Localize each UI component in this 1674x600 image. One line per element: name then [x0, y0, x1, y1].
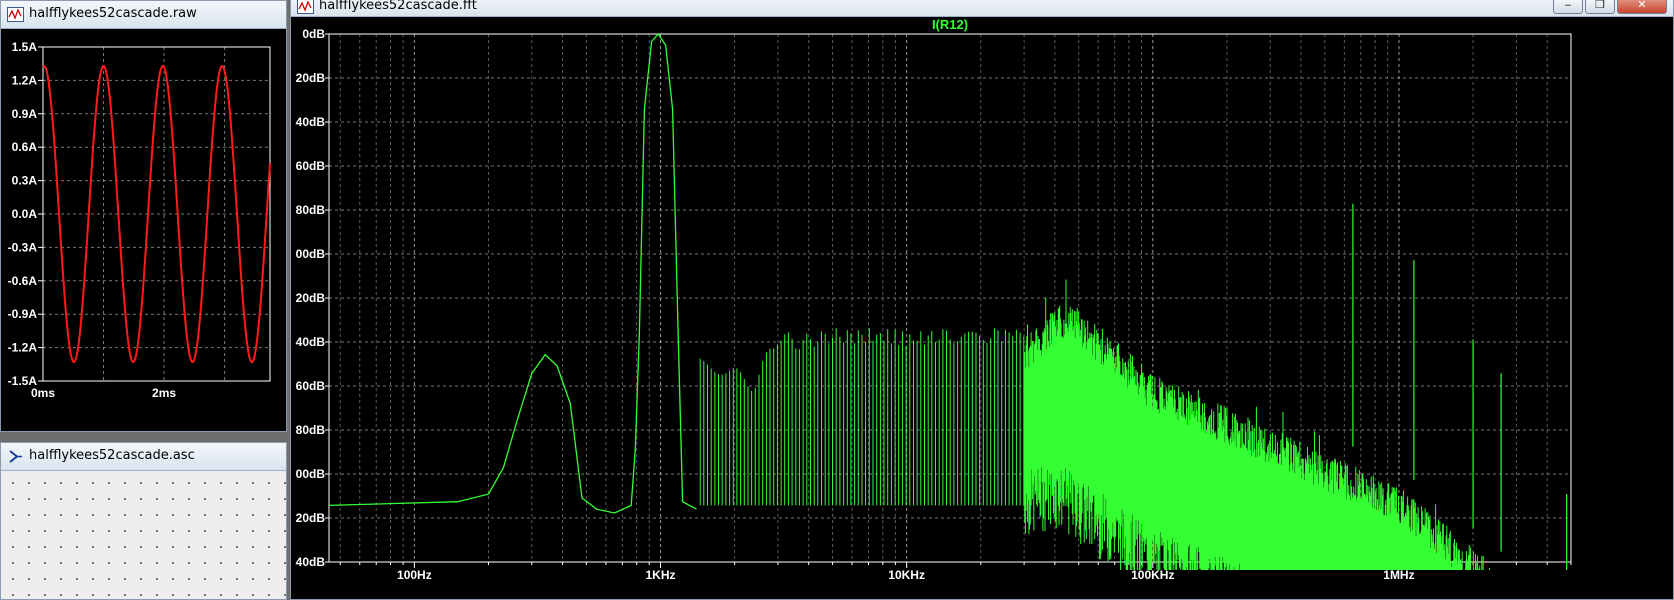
raw-x-tick-label: 2ms	[152, 386, 176, 400]
raw-y-tick-label: 0.6A	[12, 140, 38, 154]
close-icon: ✕	[1637, 0, 1647, 11]
fft-y-tick-label: 40dB	[296, 335, 326, 349]
raw-y-tick-label: 1.5A	[12, 40, 38, 54]
schematic-canvas[interactable]	[1, 471, 286, 599]
fft-y-tick-label: 80dB	[296, 423, 326, 437]
restore-button[interactable]: ❐	[1585, 0, 1615, 14]
fft-grid	[325, 33, 1572, 568]
fft-y-tick-label: 20dB	[296, 291, 326, 305]
raw-y-tick-label: -0.3A	[8, 240, 38, 254]
restore-icon: ❐	[1595, 0, 1605, 11]
close-button[interactable]: ✕	[1617, 0, 1667, 14]
raw-waveform-window[interactable]: halfflykees52cascade.raw 1.5A 1.2A 0.9A 0.6…	[0, 0, 287, 432]
fft-y-tick-label: 60dB	[296, 379, 326, 393]
raw-y-tick-label: 0.3A	[12, 174, 38, 188]
fft-y-tick-label: 0dB	[302, 27, 325, 41]
fft-y-tick-label: 20dB	[296, 511, 326, 525]
fft-trace-main	[328, 32, 697, 514]
waveform-icon	[7, 7, 24, 22]
fft-y-tick-label: 60dB	[296, 159, 326, 173]
fft-y-tick-label: 80dB	[296, 203, 326, 217]
fft-window[interactable]: halfflykees52cascade.fft ‒ ❐ ✕ 0dB 20dB 40…	[290, 0, 1674, 600]
fft-noise-band	[1023, 279, 1490, 570]
fft-y-tick-label: 40dB	[296, 555, 326, 569]
fft-harmonic-spikes	[699, 324, 1032, 506]
fft-spectrum-chart: 0dB 20dB 40dB 60dB 80dB 00dB 20dB 40dB 60dB 80dB 0…	[296, 17, 1572, 582]
raw-y-tick-label: 0.0A	[12, 207, 38, 221]
fft-y-tick-label: 00dB	[296, 467, 326, 481]
raw-window-title: halfflykees52cascade.raw	[29, 6, 197, 21]
raw-x-tick-label: 0ms	[31, 386, 55, 400]
fft-trace-title: I(R12)	[932, 17, 968, 32]
raw-y-tick-label: -0.9A	[8, 307, 38, 321]
raw-y-tick-label: -0.6A	[8, 274, 38, 288]
raw-y-tick-label: -1.2A	[8, 341, 38, 355]
fft-y-tick-label: 40dB	[296, 115, 326, 129]
fft-y-tick-label: 00dB	[296, 247, 326, 261]
fft-x-tick-label: 1KHz	[646, 568, 676, 582]
fft-plot-area[interactable]: 0dB 20dB 40dB 60dB 80dB 00dB 20dB 40dB 60dB 80dB 0…	[291, 17, 1673, 599]
raw-grid	[38, 46, 270, 382]
fft-x-tick-label: 10KHz	[888, 568, 925, 582]
minimize-icon: ‒	[1564, 0, 1572, 11]
raw-plot-area[interactable]: 1.5A 1.2A 0.9A 0.6A 0.3A 0.0A -0.3A -0.6A -0.9A -…	[1, 29, 286, 431]
fft-x-tick-label: 100Hz	[397, 568, 432, 582]
fft-x-tick-label: 1MHz	[1383, 568, 1414, 582]
schematic-window[interactable]: halfflykees52cascade.asc	[0, 442, 287, 600]
fft-x-tick-label: 100KHz	[1131, 568, 1174, 582]
raw-window-titlebar[interactable]: halfflykees52cascade.raw	[1, 1, 286, 29]
waveform-icon	[297, 0, 314, 14]
schematic-window-titlebar[interactable]: halfflykees52cascade.asc	[1, 443, 286, 471]
fft-y-tick-label: 20dB	[296, 71, 326, 85]
fft-window-title: halfflykees52cascade.fft	[319, 0, 477, 13]
fft-window-titlebar[interactable]: halfflykees52cascade.fft ‒ ❐ ✕	[291, 0, 1673, 17]
minimize-button[interactable]: ‒	[1553, 0, 1583, 14]
current-waveform-chart: 1.5A 1.2A 0.9A 0.6A 0.3A 0.0A -0.3A -0.6A -0.9A -…	[8, 40, 271, 400]
raw-y-tick-label: 0.9A	[12, 107, 38, 121]
schematic-window-title: halfflykees52cascade.asc	[29, 448, 195, 463]
schematic-icon	[9, 450, 22, 463]
raw-y-tick-label: 1.2A	[12, 73, 38, 87]
